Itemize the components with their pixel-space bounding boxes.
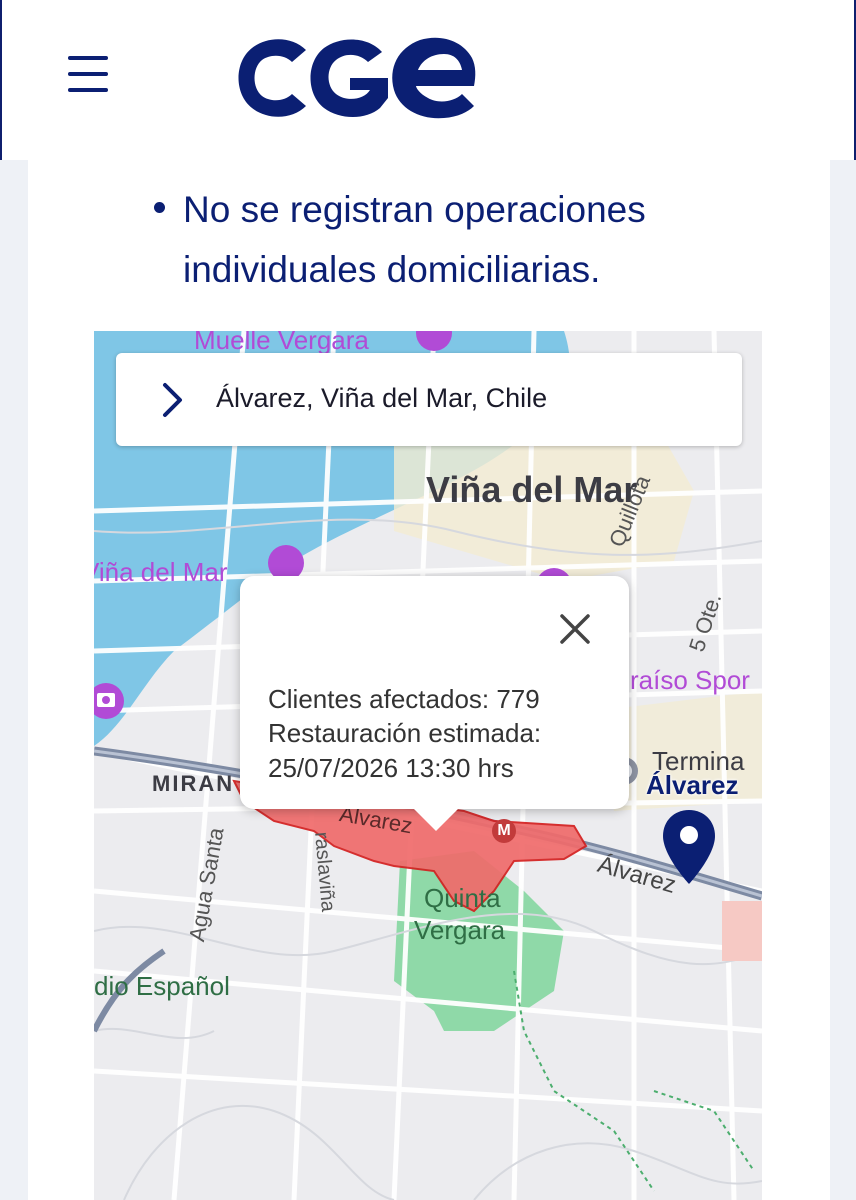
affected-clients-text: Clientes afectados: 779 — [268, 684, 540, 714]
popup-pointer — [414, 809, 458, 831]
map-label-city: Viña del Mar — [426, 469, 638, 510]
restoration-datetime: 25/07/2026 13:30 hrs — [268, 753, 514, 783]
location-search-box[interactable]: Álvarez, Viña del Mar, Chile — [116, 353, 742, 446]
map-label-sporting: raíso Spor — [630, 665, 750, 695]
menu-bar — [68, 88, 108, 92]
map-label-vergara: Vergara — [414, 915, 506, 945]
outage-info-popup: Clientes afectados: 779 Restauración est… — [240, 576, 629, 831]
map-label-estadio: dio Español — [94, 971, 230, 1001]
pin-label: Álvarez — [646, 770, 739, 800]
map-pin-icon[interactable] — [660, 808, 718, 886]
map-label-miramar: MIRAN — [152, 771, 235, 796]
list-item: No se registran operaciones individuales… — [150, 180, 750, 300]
close-icon[interactable] — [558, 612, 592, 646]
restoration-label: Restauración estimada: — [268, 718, 542, 748]
app-header — [0, 0, 856, 160]
cge-logo[interactable] — [222, 28, 478, 128]
search-location-text[interactable]: Álvarez, Viña del Mar, Chile — [216, 383, 547, 414]
menu-bar — [68, 72, 108, 76]
hamburger-menu-button[interactable] — [62, 50, 114, 100]
menu-bar — [68, 56, 108, 60]
map-label-quinta: Quinta — [424, 883, 501, 913]
map-label-station: Viña del Mar — [94, 557, 228, 587]
chevron-right-icon[interactable] — [160, 381, 186, 419]
metro-icon: M — [492, 819, 516, 843]
info-list: No se registran operaciones individuales… — [150, 180, 750, 300]
